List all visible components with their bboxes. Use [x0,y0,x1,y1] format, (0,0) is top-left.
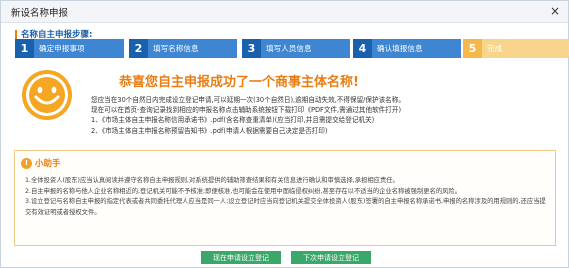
step-number: 5 [463,39,482,58]
apply-later-button[interactable]: 下次申请设立登记 [291,251,371,264]
step-5: 5 完成 [463,39,569,58]
step-4: 4 确认填报信息 [353,39,461,58]
helper-item: 1.全体投资人(股东)应当认真阅读并遵守名称自主申报规则,对系统提供的辅助筛查结… [25,177,399,184]
step-number: 4 [353,39,372,58]
step-progress: 1 确定申报事项 2 填写名称信息 3 填写人员信息 4 确认填报信息 5 完成 [15,39,569,58]
info-line: 1、《市场主体自主申报名称信用承诺书》.pdf(含名称查重清单)(应当打印,并且… [91,116,375,125]
heading-accent-bar [15,29,17,39]
step-label: 确定申报事项 [34,39,124,58]
helper-item: 3.设立登记与名称自主申报的指定代表或者共同委托代理人应当是同一人;设立登记时应… [25,198,546,216]
window-title: 新设名称申报 [11,8,69,19]
helper-panel: ! 小助手 1.全体投资人(股东)应当认真阅读并遵守名称自主申报规则,对系统提供… [14,150,556,246]
success-headline: 恭喜您自主申报成功了一个商事主体名称! [119,75,359,90]
close-icon[interactable]: × [550,4,560,18]
step-2: 2 填写名称信息 [129,39,237,58]
lightbulb-icon: ! [21,157,32,169]
step-3: 3 填写人员信息 [242,39,350,58]
dialog: 新设名称申报 × 名称自主申报步骤: 1 确定申报事项 2 填写名称信息 3 填… [0,0,569,268]
step-label: 填写人员信息 [261,39,350,58]
helper-item: 2.自主申报的名称与他人企业名称相近的,登记机关可能不予核准;即便核准,也可能会… [25,187,462,195]
success-info: 您应当在30个自然日内完成设立登记申请,可以延期一次(30个自然日),逾期自动失… [91,95,561,136]
step-1: 1 确定申报事项 [15,39,124,58]
info-line: 2、《市场主体自主申报名称预留告知书》.pdf(申请人根据需要自己决定是否打印) [91,126,328,135]
info-line: 您应当在30个自然日内完成设立登记申请,可以延期一次(30个自然日),逾期自动失… [91,96,405,104]
smiley-face-icon [22,70,72,120]
apply-now-button[interactable]: 现在申请设立登记 [201,251,281,264]
step-label: 完成 [482,39,569,58]
step-number: 2 [129,39,148,58]
step-number: 1 [15,39,34,58]
step-label: 确认填报信息 [372,39,461,58]
helper-title: 小助手 [35,159,61,169]
helper-body: 1.全体投资人(股东)应当认真阅读并遵守名称自主申报规则,对系统提供的辅助筛查结… [25,176,551,218]
info-line: 现在可以在首页-查询记录找到相应的申报名称点击辅助系统按钮下载打印《PDF文件,… [91,106,402,115]
title-bar: 新设名称申报 × [1,1,568,23]
step-number: 3 [242,39,261,58]
helper-header: ! 小助手 [21,157,61,169]
step-label: 填写名称信息 [148,39,237,58]
